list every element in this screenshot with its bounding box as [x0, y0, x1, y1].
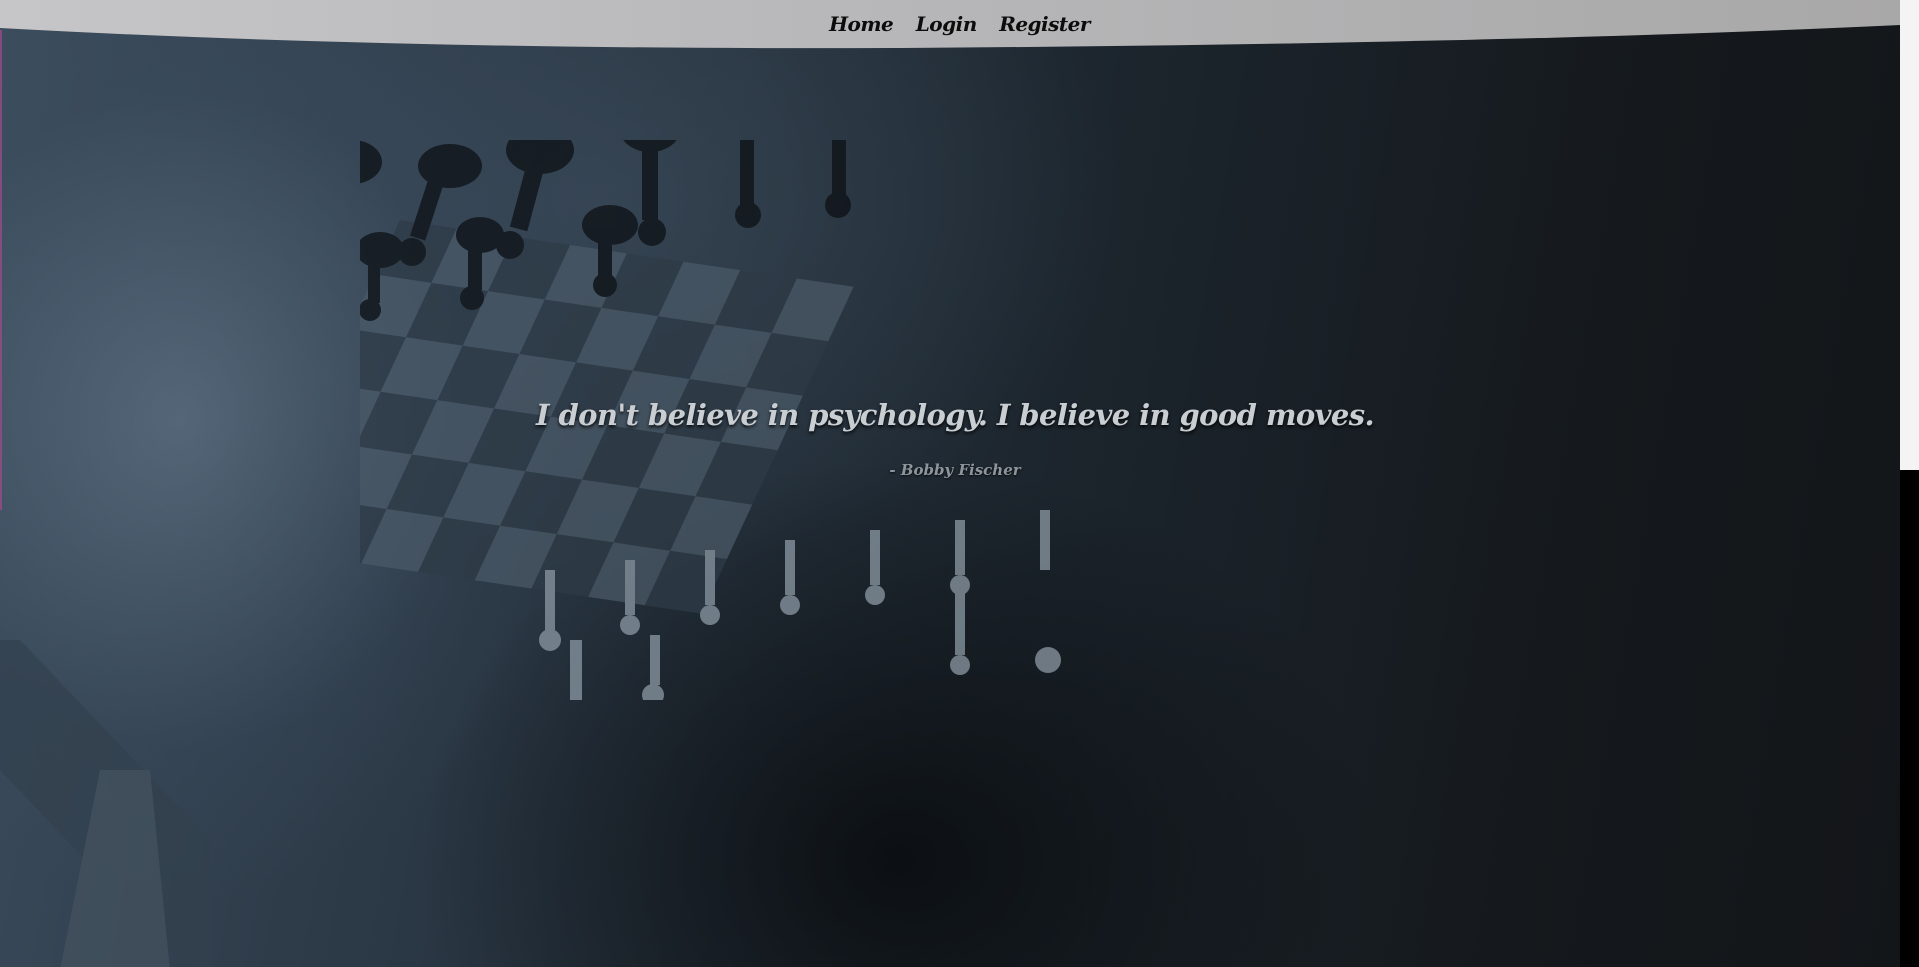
left-edge-accent: [0, 30, 2, 510]
hero-quote-author: - Bobby Fischer: [889, 461, 1021, 479]
nav-link-login[interactable]: Login: [916, 12, 978, 36]
hero-quote: I don't believe in psychology. I believe…: [536, 398, 1375, 432]
nav-link-home[interactable]: Home: [829, 12, 894, 36]
landing-page: Home Login Register I don't believe in p…: [0, 0, 1919, 967]
chessboard-background-image: [0, 0, 1900, 967]
right-edge-dark: [1900, 470, 1919, 967]
main-navigation: Home Login Register: [0, 12, 1919, 36]
window-frame-decoration: [0, 640, 210, 967]
nav-link-register[interactable]: Register: [999, 12, 1090, 36]
